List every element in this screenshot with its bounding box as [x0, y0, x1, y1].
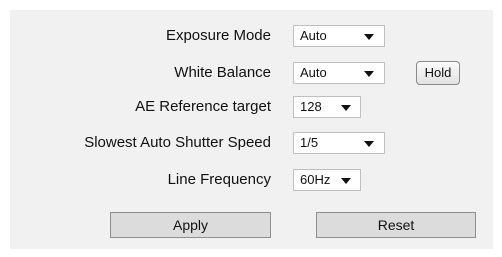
chevron-down-icon	[341, 178, 351, 184]
reset-button[interactable]: Reset	[316, 212, 476, 238]
chevron-down-icon	[364, 71, 374, 77]
line-frequency-label: Line Frequency	[167, 171, 271, 188]
slowest-shutter-select[interactable]: 1/5	[293, 132, 385, 154]
chevron-down-icon	[364, 34, 374, 40]
slowest-shutter-value: 1/5	[300, 135, 319, 150]
line-frequency-value: 60Hz	[300, 172, 331, 187]
exposure-mode-select[interactable]: Auto	[293, 25, 385, 47]
chevron-down-icon	[364, 141, 374, 147]
exposure-mode-label: Exposure Mode	[165, 27, 271, 44]
white-balance-value: Auto	[300, 65, 327, 80]
ae-reference-value: 128	[300, 99, 322, 114]
white-balance-select[interactable]: Auto	[293, 62, 385, 84]
exposure-mode-value: Auto	[300, 28, 327, 43]
apply-button[interactable]: Apply	[110, 212, 271, 238]
line-frequency-select[interactable]: 60Hz	[293, 169, 361, 191]
white-balance-label: White Balance	[174, 64, 271, 81]
ae-reference-select[interactable]: 128	[293, 96, 361, 118]
slowest-shutter-label: Slowest Auto Shutter Speed	[84, 134, 271, 151]
chevron-down-icon	[341, 105, 351, 111]
hold-button[interactable]: Hold	[416, 61, 460, 85]
ae-reference-label: AE Reference target	[135, 98, 271, 115]
